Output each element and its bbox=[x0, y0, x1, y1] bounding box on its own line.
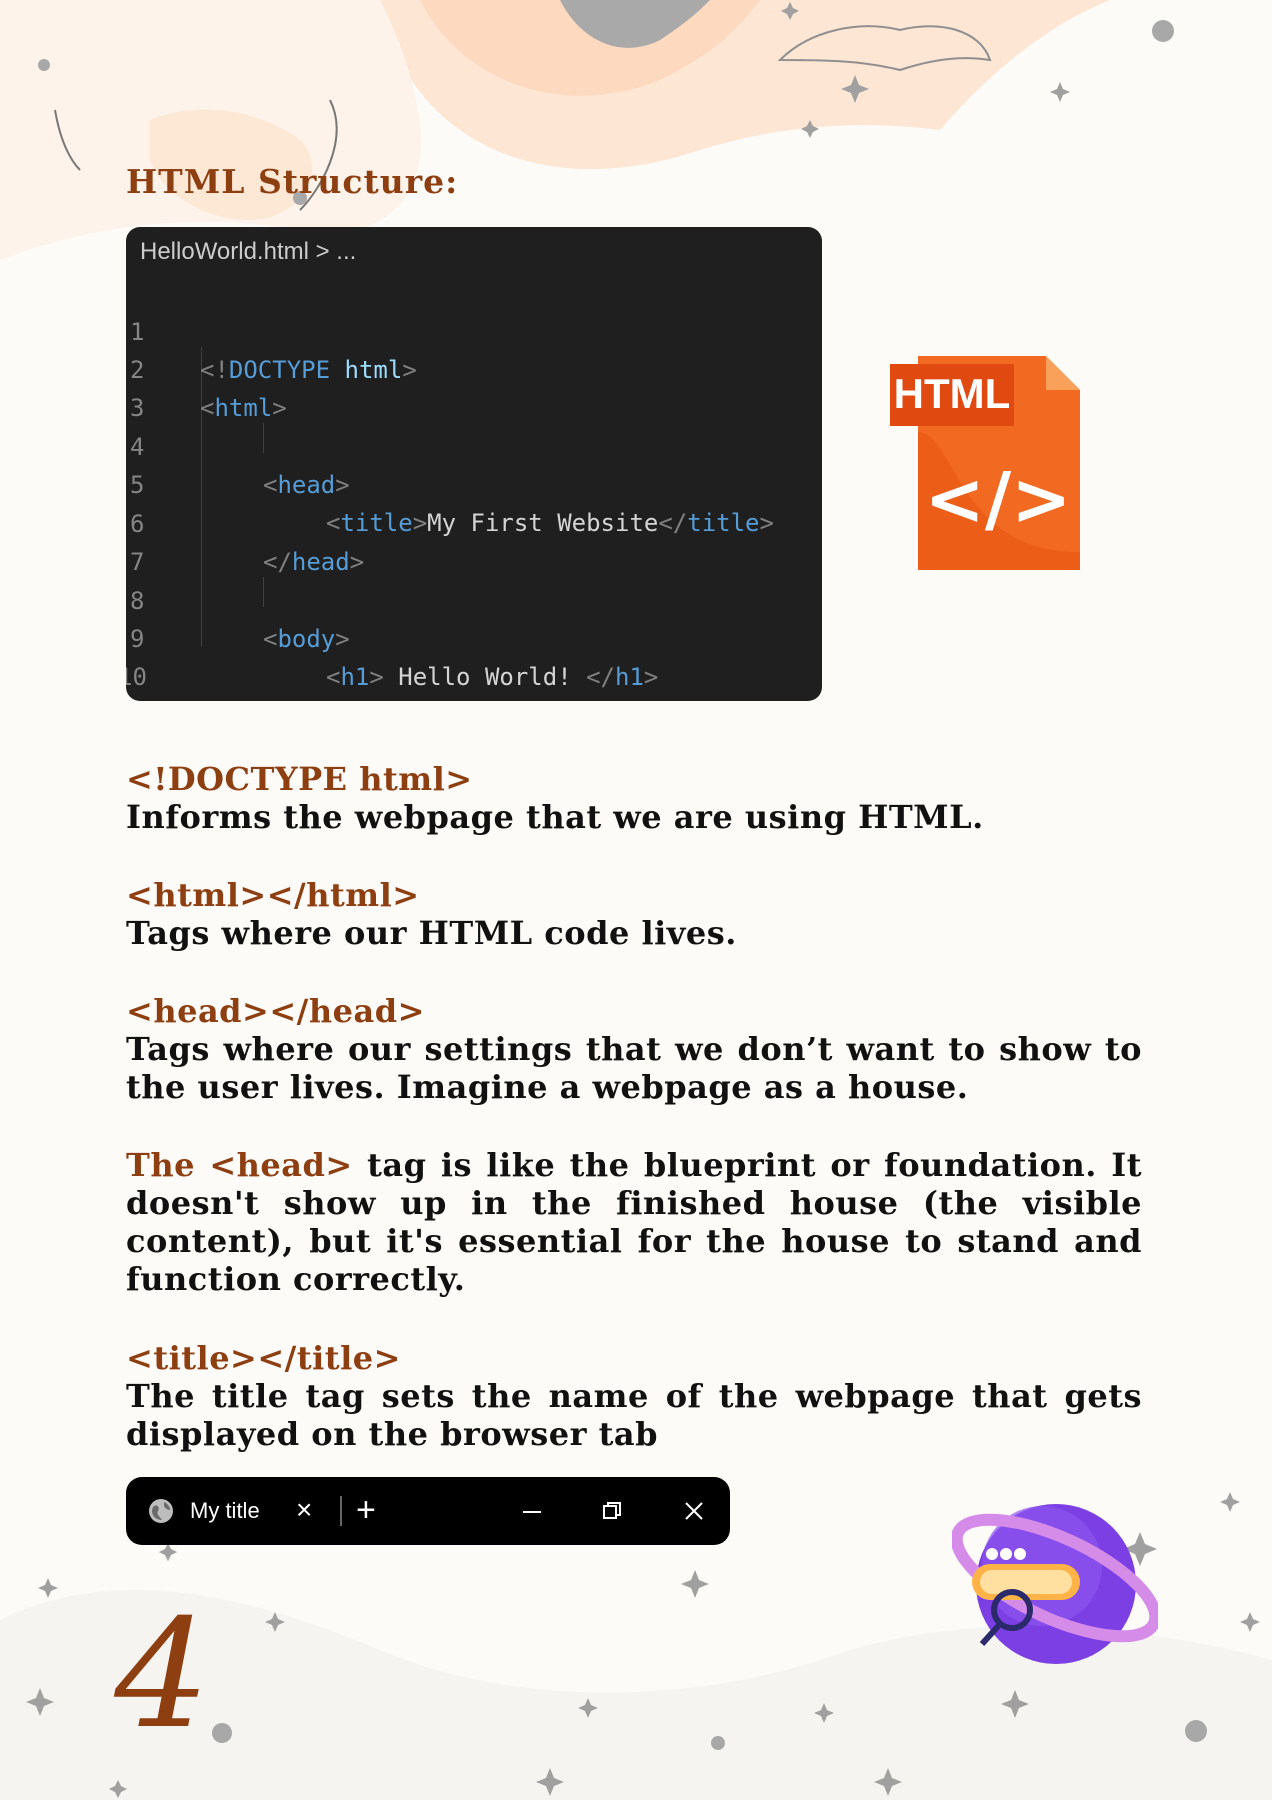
title-term: <title></title> bbox=[126, 1339, 401, 1377]
head-description: Tags where our settings that we don’t wa… bbox=[126, 1030, 1142, 1106]
indent-guide bbox=[263, 423, 264, 453]
new-tab-icon[interactable]: + bbox=[356, 1490, 376, 1530]
minimize-icon[interactable] bbox=[520, 1499, 544, 1523]
line-number: 11 bbox=[126, 697, 158, 701]
code-symbol: </> bbox=[925, 457, 1072, 541]
code-line: 1 <!DOCTYPE html> bbox=[126, 275, 417, 384]
code-line: 8 <body> bbox=[126, 544, 350, 653]
code-line: 7 bbox=[126, 505, 184, 576]
tab-separator bbox=[340, 1496, 342, 1526]
code-line: 4 <head> bbox=[126, 390, 350, 499]
head-inline-term: The <head> bbox=[126, 1146, 353, 1184]
html-term: <html></html> bbox=[126, 876, 420, 914]
code-editor: HelloWorld.html > ... 1 <!DOCTYPE html> … bbox=[126, 227, 822, 701]
indent-guide bbox=[263, 577, 264, 607]
doctype-term: <!DOCTYPE html> bbox=[126, 760, 473, 798]
head-term: <head></head> bbox=[126, 992, 425, 1030]
html-icon-label: HTML bbox=[894, 370, 1011, 417]
page-number-text: 4 bbox=[113, 1588, 209, 1748]
page-number: 4 bbox=[113, 1588, 209, 1748]
title-description: The title tag sets the name of the webpa… bbox=[126, 1377, 1142, 1453]
restore-icon[interactable] bbox=[600, 1499, 624, 1523]
html-description: Tags where our HTML code lives. bbox=[126, 914, 737, 952]
close-window-icon[interactable] bbox=[682, 1499, 706, 1523]
code-line: 10 </body> bbox=[126, 620, 184, 691]
code-line: 2 <html> bbox=[126, 313, 287, 422]
browser-tab-bar: My title × + bbox=[126, 1477, 730, 1545]
planet-illustration bbox=[952, 1504, 1158, 1664]
code-line: 6 </head> bbox=[126, 467, 364, 576]
section-title: HTML Structure: bbox=[126, 162, 459, 201]
head-analogy-paragraph: The <head> tag is like the blueprint or … bbox=[126, 1146, 1142, 1298]
html-file-icon: HTML </> bbox=[890, 356, 1080, 570]
close-tab-icon[interactable]: × bbox=[296, 1492, 312, 1528]
tab-title[interactable]: My title bbox=[190, 1498, 260, 1524]
code-line: 3 bbox=[126, 351, 184, 422]
code-line: 9 <h1> Hello World! </h1> bbox=[126, 582, 658, 691]
code-line: 5 <title>My First Website</title> bbox=[126, 428, 774, 537]
code-line: 11 </html> bbox=[126, 659, 184, 697]
doctype-description: Informs the webpage that we are using HT… bbox=[126, 798, 984, 836]
editor-tab: HelloWorld.html > ... bbox=[140, 238, 357, 265]
globe-icon bbox=[149, 1499, 173, 1523]
